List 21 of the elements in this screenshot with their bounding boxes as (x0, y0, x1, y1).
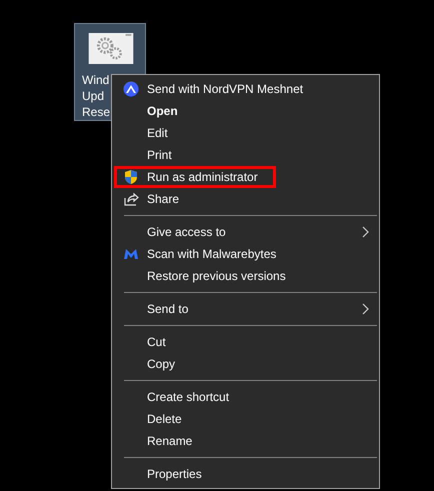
menu-item[interactable]: Send to (114, 298, 377, 320)
menu-item[interactable]: Scan with Malwarebytes (114, 243, 377, 265)
menu-item[interactable]: Create shortcut (114, 386, 377, 408)
icon-label: Wind (82, 72, 110, 88)
icon-label: Rese (82, 104, 112, 120)
mountain-icon (123, 81, 139, 97)
menu-item[interactable]: Cut (114, 331, 377, 353)
menu-item[interactable]: Rename (114, 430, 377, 452)
share-icon (123, 191, 139, 207)
menu-item[interactable]: Share (114, 188, 377, 210)
menu-item[interactable]: Give access to (114, 221, 377, 243)
menu-item[interactable]: Print (114, 144, 377, 166)
icon-label: Upd (82, 88, 106, 104)
gears-icon (88, 33, 134, 64)
menu-item[interactable]: Delete (114, 408, 377, 430)
menu-item[interactable]: Properties (114, 463, 377, 485)
menu-item[interactable]: Copy (114, 353, 377, 375)
menu-item[interactable]: Restore previous versions (114, 265, 377, 287)
menu-item[interactable]: Run as administrator (114, 166, 276, 188)
shield-icon (123, 169, 139, 185)
menu-item[interactable]: Edit (114, 122, 377, 144)
